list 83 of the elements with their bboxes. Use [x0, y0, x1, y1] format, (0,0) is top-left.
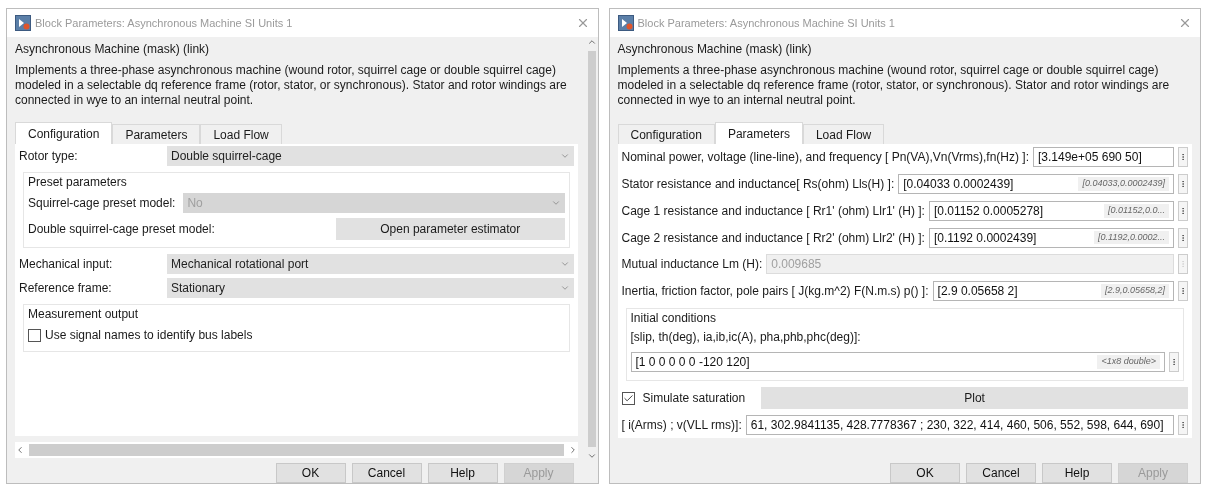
options-button[interactable]: [1178, 414, 1188, 435]
dialog-button[interactable]: Cancel: [351, 463, 422, 483]
input-field[interactable]: [2.9 0.05658 2] [2.9,0.05658,2]: [932, 281, 1174, 302]
vertical-dots-icon: [1179, 286, 1187, 297]
field-label: Stator resistance and inductance[ Rs(ohm) Lls(H) ]:: [621, 176, 895, 194]
tab[interactable]: Load Flow: [200, 124, 282, 144]
dialog-button[interactable]: Cancel: [966, 463, 1036, 483]
chevron-down-icon: [559, 151, 570, 161]
group-title: Preset parameters: [28, 174, 128, 191]
tab[interactable]: Configuration: [15, 122, 113, 144]
chevron-down-icon: [559, 283, 570, 293]
value-hint: <1x8 double>: [1097, 355, 1160, 369]
block-description: Implements a three-phase asynchronous machine (wound rotor, squirrel cage or double squirrel cage) modeled in a selectable dq reference frame (rotor, stator, or synchronous). Stator and rotor windings are connected in wye to an internal neutral point.: [617, 62, 1171, 109]
block-description: Implements a three-phase asynchronous machine (wound rotor, squirrel cage or double squirrel cage) modeled in a selectable dq reference frame (rotor, stator, or synchronous). Stator and rotor windings are connected in wye to an internal neutral point.: [15, 62, 568, 109]
chevron-down-icon: [550, 198, 561, 208]
options-button[interactable]: [1178, 227, 1188, 248]
vertical-dots-icon: [1179, 259, 1187, 270]
value-hint: [0.04033,0.0002439]: [1078, 177, 1169, 191]
tab[interactable]: Load Flow: [802, 124, 885, 144]
options-button[interactable]: [1169, 351, 1179, 372]
input-field[interactable]: [3.149e+05 690 50]: [1033, 147, 1174, 168]
field-label: Mechanical input:: [19, 256, 114, 273]
field-label: Cage 1 resistance and inductance [ Rr1' (ohm) Llr1' (H) ]:: [621, 202, 925, 220]
check-icon: [622, 392, 634, 404]
dropdown[interactable]: Double squirrel-cage: [167, 146, 574, 166]
dialog-button[interactable]: Help: [1042, 463, 1112, 483]
tab[interactable]: Parameters: [714, 122, 803, 144]
vertical-dots-icon: [1179, 152, 1187, 163]
dropdown[interactable]: Mechanical rotational port: [167, 254, 574, 274]
dialog-button[interactable]: OK: [890, 463, 960, 483]
options-button[interactable]: [1178, 174, 1188, 195]
checkbox[interactable]: [621, 391, 635, 405]
field-label: Cage 2 resistance and inductance [ Rr2' (ohm) Llr2' (H) ]:: [621, 229, 925, 247]
close-icon[interactable]: [1178, 16, 1192, 30]
scroll-left-icon[interactable]: [15, 445, 25, 455]
block-icon: [15, 15, 31, 31]
field-label: Mutual inductance Lm (H):: [621, 256, 763, 274]
window-title: Block Parameters: Asynchronous Machine SI Units 1: [35, 15, 294, 31]
tab[interactable]: Parameters: [112, 124, 201, 144]
group-title: Initial conditions: [630, 310, 717, 328]
input-field[interactable]: [0.01152 0.0005278] [0.01152,0.0...: [928, 200, 1174, 221]
horizontal-scrollbar[interactable]: [15, 442, 578, 458]
scroll-up-icon[interactable]: [586, 37, 597, 47]
checkbox-label: Use signal names to identify bus labels: [45, 327, 253, 344]
vertical-dots-icon: [1170, 356, 1178, 367]
field-label: Rotor type:: [19, 148, 79, 165]
window-title: Block Parameters: Asynchronous Machine SI Units 1: [637, 15, 896, 31]
vertical-dots-icon: [1179, 232, 1187, 243]
dialog-button[interactable]: OK: [275, 463, 346, 483]
vertical-dots-icon: [1179, 205, 1187, 216]
field-label: [slip, th(deg), ia,ib,ic(A), pha,phb,phc(deg)]:: [630, 329, 862, 347]
mask-header: Asynchronous Machine (mask) (link): [617, 41, 813, 58]
options-button[interactable]: [1178, 281, 1188, 302]
input-field[interactable]: [0.1192 0.0002439] [0.1192,0.0002...: [928, 227, 1174, 248]
checkbox[interactable]: [28, 328, 41, 342]
vertical-dots-icon: [1179, 419, 1187, 430]
dropdown[interactable]: Stationary: [167, 278, 574, 298]
block-icon: [617, 15, 634, 31]
value-hint: [2.9,0.05658,2]: [1100, 284, 1169, 298]
mask-header: Asynchronous Machine (mask) (link): [15, 41, 211, 58]
field-label: Nominal power, voltage (line-line), and frequency [ Pn(VA),Vn(Vrms),fn(Hz) ]:: [621, 149, 1029, 167]
field-label: Reference frame:: [19, 280, 113, 297]
scroll-down-icon[interactable]: [586, 451, 597, 461]
checkbox-label: Simulate saturation: [642, 390, 746, 408]
plot-button[interactable]: Plot: [761, 387, 1188, 410]
field-label: Squirrel-cage preset model:: [28, 195, 176, 212]
estimator-button[interactable]: Open parameter estimator: [336, 218, 565, 240]
field-label: [ i(Arms) ; v(VLL rms)]:: [621, 416, 742, 434]
options-button[interactable]: [1178, 147, 1188, 168]
vertical-dots-icon: [1179, 179, 1187, 190]
group-title: Measurement output: [28, 306, 140, 323]
field-label: Inertia, friction factor, pole pairs [ J(kg.m^2) F(N.m.s) p() ]:: [621, 283, 929, 301]
input-field[interactable]: [1 0 0 0 0 0 -120 120] <1x8 double>: [630, 351, 1165, 372]
field-label: Double squirrel-cage preset model:: [28, 221, 216, 238]
chevron-down-icon: [559, 259, 570, 269]
input-field[interactable]: 61, 302.9841135, 428.7778367 ; 230, 322, 414, 460, 506, 552, 598, 644, 690]: [745, 414, 1174, 435]
vertical-scrollbar[interactable]: [585, 37, 598, 461]
dialog-button[interactable]: Help: [427, 463, 498, 483]
input-field[interactable]: [0.04033 0.0002439] [0.04033,0.0002439]: [898, 174, 1174, 195]
value-hint: [0.01152,0.0...: [1104, 204, 1169, 218]
tab[interactable]: Configuration: [617, 124, 715, 144]
value-hint: [0.1192,0.0002...: [1094, 230, 1169, 245]
options-button[interactable]: [1178, 200, 1188, 221]
